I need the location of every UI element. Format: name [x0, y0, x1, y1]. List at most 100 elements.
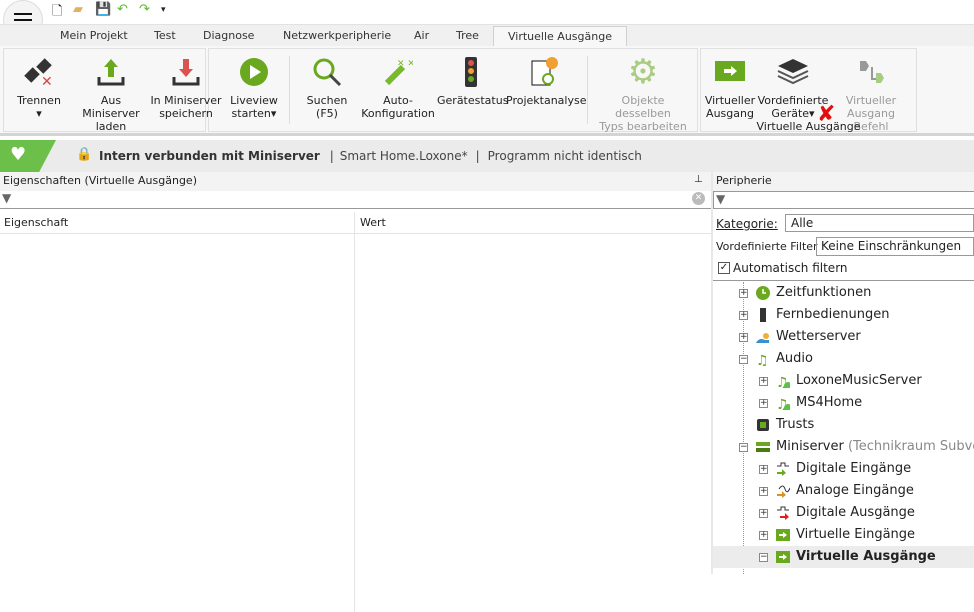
expand-icon[interactable]: +: [759, 487, 768, 496]
properties-panel: Eigenschaften (Virtuelle Ausgänge) ⊥ ▼ ✕ …: [0, 172, 711, 612]
tab-mein-projekt[interactable]: Mein Projekt: [60, 29, 128, 42]
tab-air[interactable]: Air: [414, 29, 429, 42]
tree-item[interactable]: + Fernbedienungen: [713, 304, 974, 326]
properties-title: Eigenschaften (Virtuelle Ausgänge): [0, 172, 711, 191]
kategorie-label: Kategorie:: [716, 217, 778, 231]
music-icon: ♫: [756, 353, 769, 366]
tree-item[interactable]: − ♫ Audio: [713, 348, 974, 370]
status-bar: ♥ 🔒 Intern verbunden mit Miniserver | Sma…: [0, 140, 974, 172]
filter-icon: ▼: [2, 191, 12, 205]
layers-icon: [756, 54, 830, 90]
liveview-starten-button[interactable]: Liveview starten▾: [226, 54, 282, 120]
tab-netzwerkperipherie[interactable]: Netzwerkperipherie: [283, 29, 391, 42]
project-analysis-icon: [506, 54, 584, 90]
divider: [289, 56, 290, 124]
suchen-button[interactable]: Suchen (F5): [300, 54, 354, 120]
auto-konfiguration-button[interactable]: ✕ ✕ Auto- Konfiguration: [360, 54, 436, 120]
tree-item-label: Miniserver: [776, 439, 844, 454]
peripherie-tree: + Zeitfunktionen + Fernbedienungen + Wetterse…: [713, 282, 974, 574]
projektanalyse-button[interactable]: Projektanalyse: [506, 54, 586, 107]
expand-icon[interactable]: +: [759, 399, 768, 408]
kategorie-select[interactable]: Alle: [785, 214, 974, 232]
clear-filter-icon[interactable]: ✕: [692, 192, 705, 205]
undo-icon[interactable]: ↶: [117, 2, 128, 18]
tree-item[interactable]: + Wetterserver: [713, 326, 974, 348]
save-icon[interactable]: 💾: [95, 2, 111, 18]
cursor-marker-icon: ✘: [817, 102, 836, 127]
virtueller-ausgang-button[interactable]: Virtueller Ausgang: [704, 54, 756, 120]
svg-text:✕: ✕: [41, 74, 53, 87]
tab-diagnose[interactable]: Diagnose: [203, 29, 254, 42]
magic-wand-icon: ✕ ✕: [360, 54, 436, 90]
tree-item[interactable]: + ♫ LoxoneMusicServer: [713, 370, 974, 392]
properties-table-header: Eigenschaft Wert: [0, 212, 711, 612]
objekte-bearbeiten-button[interactable]: ⚙ Objekte desselben Typs bearbeiten: [592, 51, 694, 134]
svg-text:♫: ♫: [756, 353, 769, 366]
tree-item-label: Digitale Eingänge: [796, 461, 912, 476]
expand-icon[interactable]: +: [759, 531, 768, 540]
digital-input-icon: [777, 462, 789, 476]
remote-icon: [760, 308, 766, 322]
expand-icon[interactable]: +: [759, 377, 768, 386]
tree-item-label: Audio: [776, 351, 813, 366]
command-icon: [828, 54, 914, 90]
separator: |: [475, 149, 480, 163]
music-server-icon: ♫: [776, 375, 790, 388]
tree-item[interactable]: + Analoge Eingänge: [713, 480, 974, 502]
expand-icon[interactable]: +: [739, 333, 748, 342]
aus-miniserver-laden-button[interactable]: Aus Miniserver laden: [72, 54, 150, 133]
tab-tree[interactable]: Tree: [456, 29, 479, 42]
clock-icon: [756, 286, 770, 300]
column-eigenschaft[interactable]: Eigenschaft: [4, 216, 68, 229]
customize-dropdown-icon[interactable]: ▾: [161, 5, 166, 21]
upload-icon: [72, 54, 150, 90]
tree-item-label: Fernbedienungen: [776, 307, 890, 322]
traffic-light-icon: [437, 54, 505, 90]
download-icon: [150, 54, 222, 90]
tree-item[interactable]: + Zeitfunktionen: [713, 282, 974, 304]
collapse-icon[interactable]: −: [739, 443, 748, 452]
expand-icon[interactable]: +: [739, 311, 748, 320]
tree-item[interactable]: + Digitale Ausgänge: [713, 502, 974, 524]
collapse-icon[interactable]: −: [739, 355, 748, 364]
divider: [587, 56, 588, 124]
expand-icon[interactable]: +: [759, 509, 768, 518]
tree-item-label: Virtuelle Ausgänge: [796, 549, 936, 564]
tree-item[interactable]: + ♫ MS4Home: [713, 392, 974, 414]
tree-item-suffix: (Technikraum Subvert: [847, 439, 974, 454]
expand-icon[interactable]: +: [739, 289, 748, 298]
tree-item[interactable]: Trusts: [713, 414, 974, 436]
trennen-button[interactable]: ✕ Trennen ▾: [10, 54, 68, 120]
tab-test[interactable]: Test: [154, 29, 176, 42]
redo-icon[interactable]: ↷: [139, 2, 150, 18]
peripherie-panel: Peripherie ▼ Kategorie: Alle Vordefinier…: [713, 172, 974, 574]
column-wert[interactable]: Wert: [360, 216, 386, 229]
play-icon: [226, 54, 282, 90]
disconnect-icon: ✕: [10, 54, 68, 90]
peripherie-filter-input[interactable]: ▼: [713, 191, 974, 209]
tree-item[interactable]: + Virtuelle Eingänge: [713, 524, 974, 546]
tab-virtuelle-ausgaenge[interactable]: Virtuelle Ausgänge: [493, 26, 627, 48]
tree-item[interactable]: + Digitale Eingänge: [713, 458, 974, 480]
weather-icon: [756, 333, 769, 343]
pin-icon[interactable]: ⊥: [694, 174, 703, 185]
peripherie-title: Peripherie: [713, 172, 974, 191]
vordefinierte-filter-select[interactable]: Keine Einschränkungen: [816, 237, 974, 256]
expand-icon[interactable]: +: [759, 465, 768, 474]
digital-output-icon: [777, 506, 789, 520]
in-miniserver-speichern-button[interactable]: In Miniserver speichern: [150, 54, 222, 120]
filter-icon: ▼: [716, 192, 726, 206]
collapse-icon[interactable]: −: [759, 553, 768, 562]
tree-item[interactable]: − Virtuelle Ausgänge: [713, 546, 974, 568]
ribbon-tabs: Mein Projekt Test Diagnose Netzwerkperip…: [0, 24, 974, 48]
properties-filter-input[interactable]: ▼ ✕: [0, 191, 711, 209]
health-heart-icon[interactable]: ♥: [0, 140, 56, 172]
gear-icon: ⚙: [627, 51, 659, 92]
new-file-icon[interactable]: 🗋: [52, 2, 62, 19]
program-status: Programm nicht identisch: [487, 149, 642, 163]
miniserver-icon: [756, 442, 770, 452]
geraetestatus-button[interactable]: Gerätestatus: [437, 54, 508, 107]
auto-filter-checkbox[interactable]: ✓: [718, 262, 730, 274]
tree-item[interactable]: − Miniserver (Technikraum Subvert: [713, 436, 974, 458]
open-folder-icon[interactable]: ▰: [73, 2, 83, 18]
